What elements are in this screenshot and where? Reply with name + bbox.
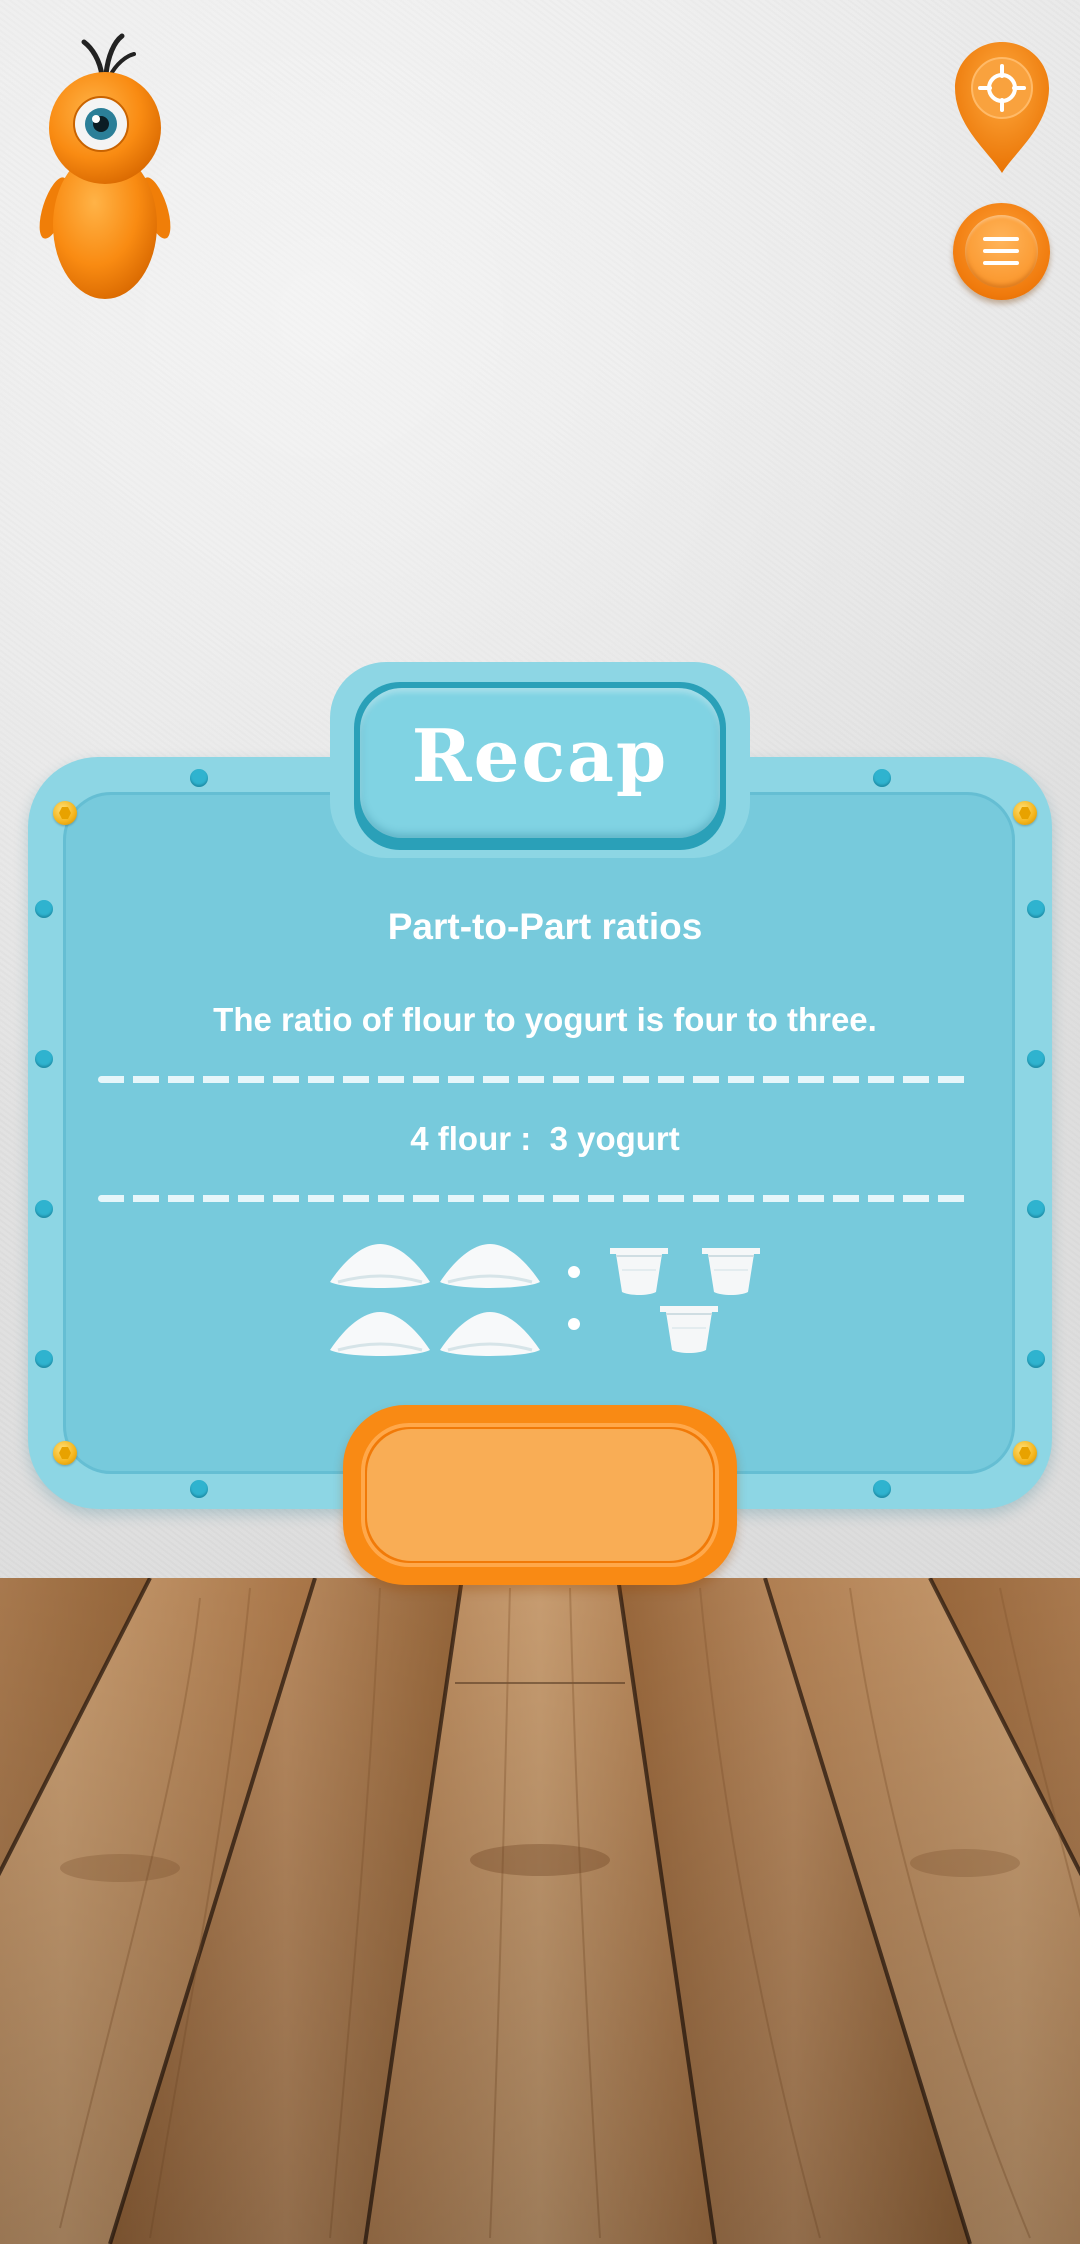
ratio-colon-dot [568, 1318, 580, 1330]
continue-button[interactable] [343, 1405, 737, 1585]
menu-button[interactable] [953, 203, 1050, 300]
rivet [1027, 1350, 1045, 1368]
rivet [35, 1350, 53, 1368]
bolt-icon [1013, 801, 1037, 825]
rivet [873, 1480, 891, 1498]
rivet [190, 769, 208, 787]
flour-pile-icon [440, 1244, 540, 1288]
dashed-divider [98, 1076, 970, 1083]
continue-button-face [367, 1429, 713, 1561]
wooden-table [0, 1578, 1080, 2244]
recap-title: Recap [411, 713, 669, 798]
location-pin-crosshair-icon [955, 42, 1049, 173]
bolt-icon [53, 1441, 77, 1465]
locate-button[interactable] [953, 40, 1051, 175]
ratio-colon-dot [568, 1266, 580, 1278]
flour-pile-icon [330, 1312, 430, 1356]
rivet [35, 1200, 53, 1218]
rivet [1027, 1050, 1045, 1068]
flour-pile-icon [440, 1312, 540, 1356]
recap-subtitle: Part-to-Part ratios [387, 906, 703, 947]
bolt-icon [1013, 1441, 1037, 1465]
mascot-icon [30, 30, 180, 305]
yogurt-cup-icon [702, 1248, 760, 1295]
yogurt-cup-icon [660, 1306, 718, 1353]
ratio-sentence: The ratio of flour to yogurt is four to … [213, 1001, 877, 1038]
hamburger-menu-icon [965, 215, 1038, 288]
rivet [1027, 1200, 1045, 1218]
bolt-icon [53, 801, 77, 825]
rivet [35, 1050, 53, 1068]
rivet [190, 1480, 208, 1498]
flour-pile-icon [330, 1244, 430, 1288]
yogurt-cup-icon [610, 1248, 668, 1295]
dashed-divider [98, 1195, 970, 1202]
rivet [873, 769, 891, 787]
ratio-text: 4 flour : 3 yogurt [410, 1120, 680, 1157]
